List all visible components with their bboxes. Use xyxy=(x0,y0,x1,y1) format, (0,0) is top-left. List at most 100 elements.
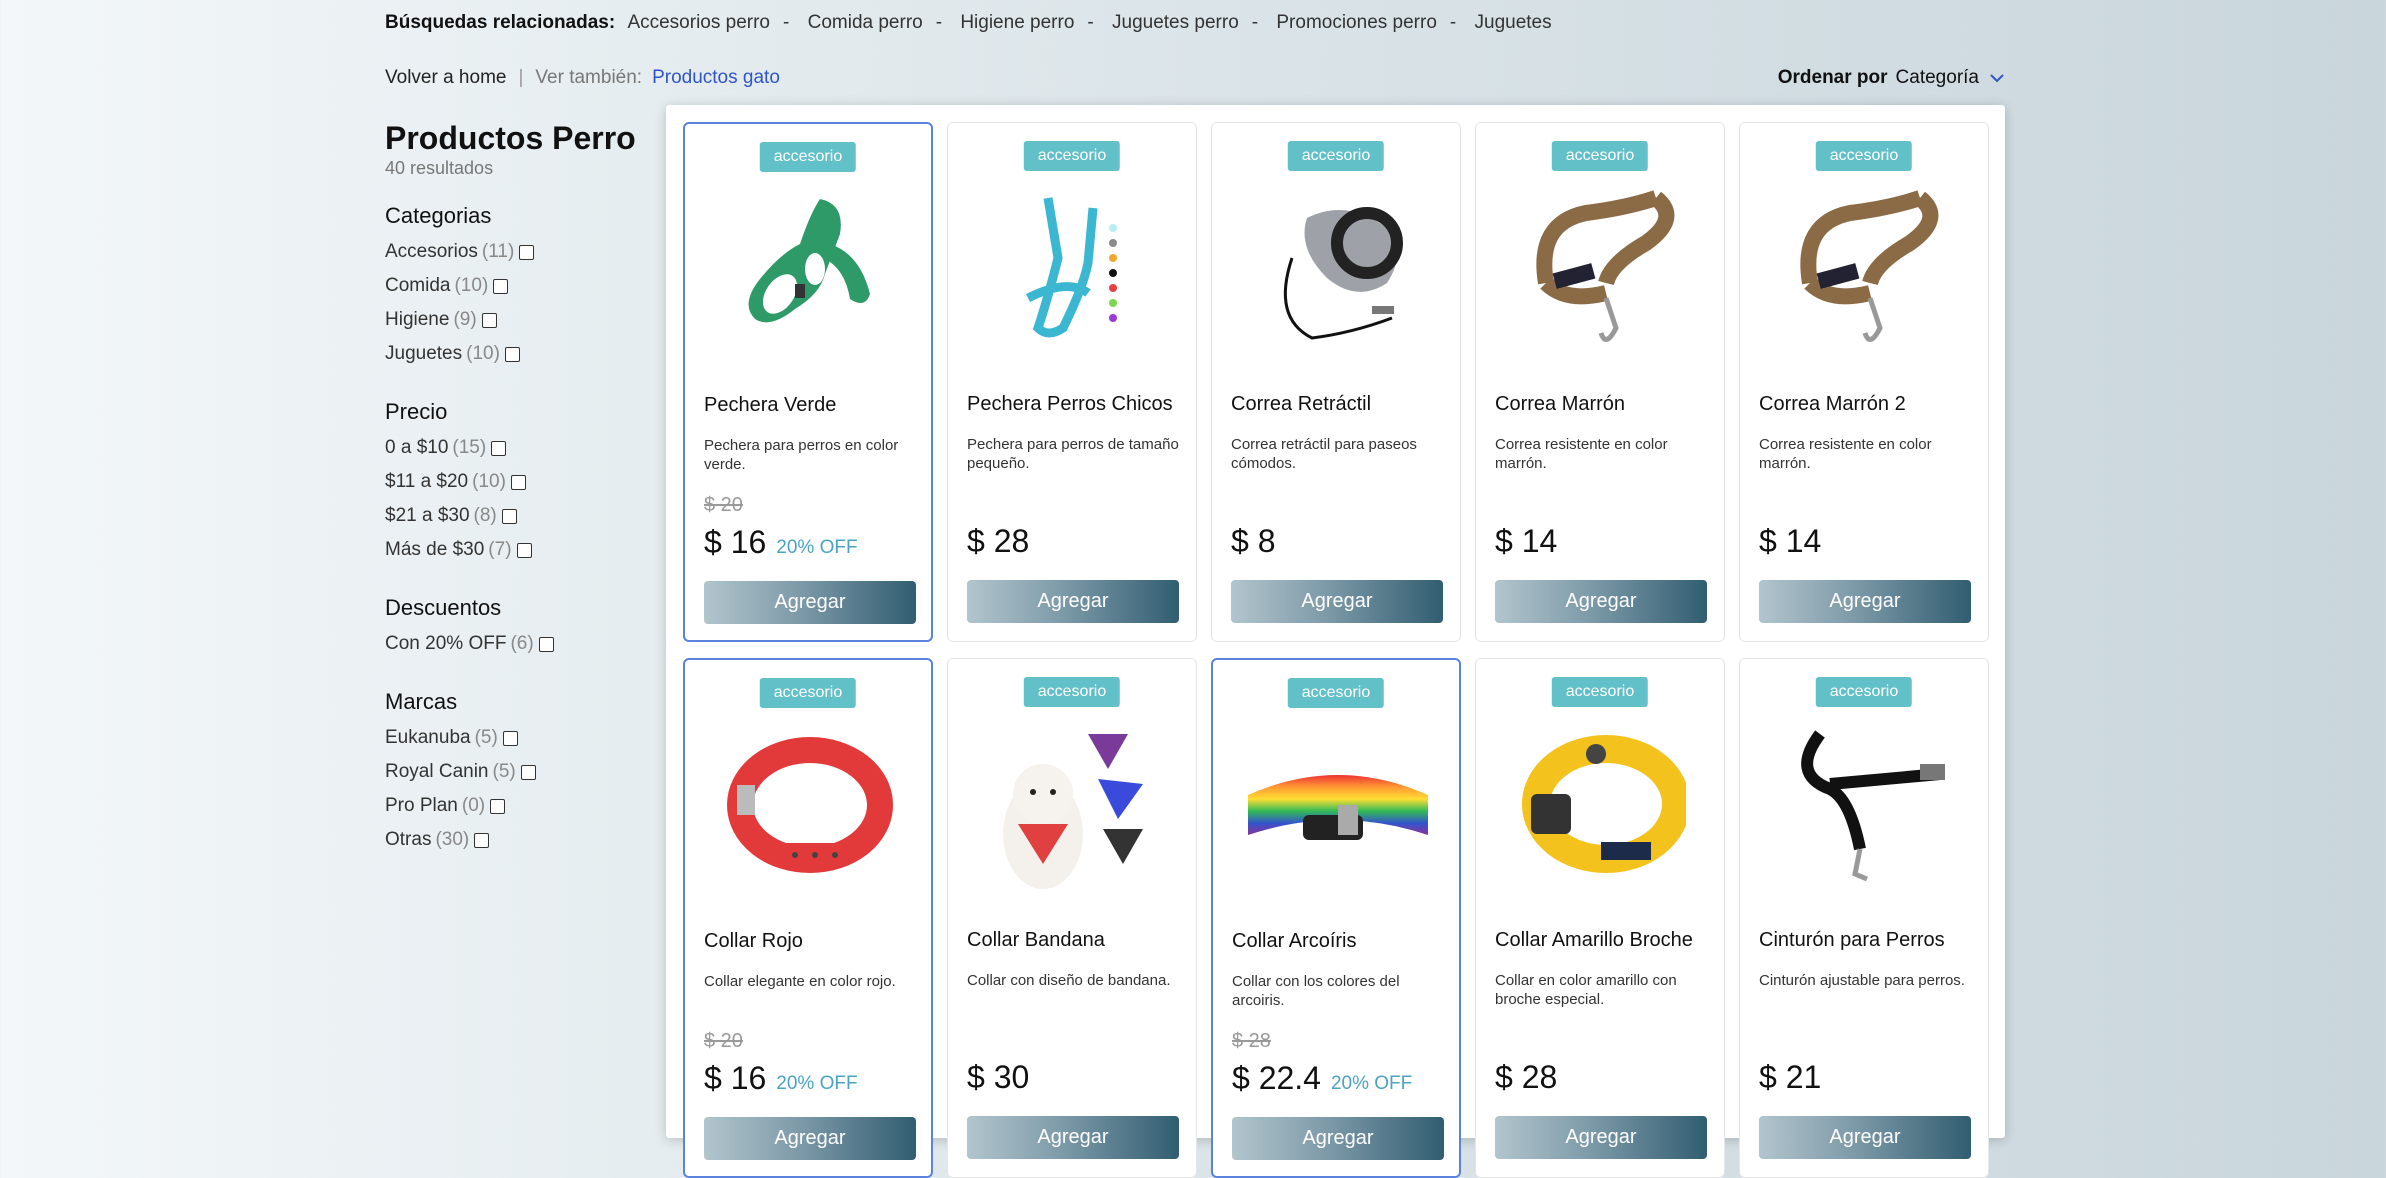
add-to-cart-button[interactable]: Agregar xyxy=(704,581,916,624)
filter-option-count: (8) xyxy=(473,505,497,526)
filter-checkbox[interactable] xyxy=(504,346,520,362)
product-card[interactable]: accesorio Pechera Perros Chicos Pechera pa… xyxy=(947,122,1197,642)
chevron-down-icon[interactable] xyxy=(1989,70,2005,86)
product-description: Collar con los colores del arcoiris. xyxy=(1232,973,1400,1009)
product-card[interactable]: accesorio Pechera Verde Pechera para perro… xyxy=(683,122,933,642)
filter-option-count: (0) xyxy=(461,795,486,816)
filter-option[interactable]: $11 a $20 (10) xyxy=(385,465,645,499)
filter-option[interactable]: $21 a $30 (8) xyxy=(385,499,645,533)
related-item[interactable]: Higiene perro xyxy=(960,12,1074,33)
filter-checkbox[interactable] xyxy=(474,832,490,848)
product-name[interactable]: Pechera Perros Chicos xyxy=(967,393,1173,416)
filter-option-count: (6) xyxy=(510,633,534,654)
filter-option-label: Royal Canin xyxy=(385,761,489,782)
product-name[interactable]: Correa Marrón 2 xyxy=(1759,393,1906,416)
related-item[interactable]: Accesorios perro xyxy=(627,12,770,33)
sort-select[interactable]: Categoría xyxy=(1896,67,1979,89)
filter-option[interactable]: Con 20% OFF (6) xyxy=(385,627,645,661)
product-card[interactable]: accesorio Correa Retráctil Correa retrácti… xyxy=(1211,122,1461,642)
filter-checkbox[interactable] xyxy=(502,730,518,746)
filter-option[interactable]: Más de $30 (7) xyxy=(385,533,645,567)
filter-option-label: Otras xyxy=(385,829,432,850)
product-image[interactable] xyxy=(1765,185,1965,360)
filter-option[interactable]: Eukanuba (5) xyxy=(385,721,645,755)
add-to-cart-button[interactable]: Agregar xyxy=(1759,580,1971,623)
filter-option-label: Higiene xyxy=(385,309,450,330)
related-item[interactable]: Comida perro xyxy=(808,12,923,33)
price-value: $ 14 xyxy=(1759,523,1822,559)
filter-option-label: Comida xyxy=(385,275,451,296)
filter-checkbox[interactable] xyxy=(519,244,535,260)
product-image[interactable] xyxy=(1765,721,1965,896)
product-name[interactable]: Collar Arcoíris xyxy=(1232,930,1356,953)
filter-section-title: Descuentos xyxy=(385,595,502,620)
filter-option[interactable]: 0 a $10 (15) xyxy=(385,431,645,465)
product-image[interactable] xyxy=(1238,722,1438,897)
page: Búsquedas relacionadas: Accesorios perro… xyxy=(385,0,2005,1178)
add-to-cart-button[interactable]: Agregar xyxy=(1231,580,1443,623)
product-name[interactable]: Pechera Verde xyxy=(704,394,836,417)
filter-checkbox[interactable] xyxy=(491,440,507,456)
add-to-cart-button[interactable]: Agregar xyxy=(704,1117,916,1160)
page-title: Productos Perro xyxy=(385,120,636,156)
price-value: $ 28 xyxy=(967,523,1030,559)
product-price: $ 28 xyxy=(1495,1059,1557,1096)
product-image[interactable] xyxy=(973,721,1173,896)
product-name[interactable]: Collar Amarillo Broche xyxy=(1495,929,1693,952)
product-price: $ 28 xyxy=(967,523,1029,560)
add-to-cart-button[interactable]: Agregar xyxy=(1495,580,1707,623)
price-value: $ 21 xyxy=(1759,1059,1822,1095)
filter-checkbox[interactable] xyxy=(516,542,532,558)
category-badge: accesorio xyxy=(1023,677,1121,707)
product-image[interactable] xyxy=(1501,721,1701,896)
product-card[interactable]: accesorio Cinturón para Perros Cinturón aj… xyxy=(1739,658,1989,1178)
add-to-cart-button[interactable]: Agregar xyxy=(1232,1117,1444,1160)
filter-option[interactable]: Otras (30) xyxy=(385,823,645,857)
product-price: $ 16 20% OFF xyxy=(704,524,858,561)
related-item[interactable]: Juguetes xyxy=(1475,12,1552,33)
filter-option[interactable]: Higiene (9) xyxy=(385,303,645,337)
cat-products-link[interactable]: Productos gato xyxy=(652,67,780,88)
filter-section-title: Categorias xyxy=(385,203,492,228)
product-image[interactable] xyxy=(710,186,910,361)
filter-checkbox[interactable] xyxy=(493,278,509,294)
filter-checkbox[interactable] xyxy=(538,636,554,652)
product-name[interactable]: Cinturón para Perros xyxy=(1759,929,1945,952)
product-description: Collar en color amarillo con broche espe… xyxy=(1495,972,1677,1008)
product-card[interactable]: accesorio Collar Amarillo Broche Collar en… xyxy=(1475,658,1725,1178)
filter-option[interactable]: Royal Canin (5) xyxy=(385,755,645,789)
filter-checkbox[interactable] xyxy=(501,508,517,524)
add-to-cart-button[interactable]: Agregar xyxy=(967,580,1179,623)
product-name[interactable]: Correa Retráctil xyxy=(1231,393,1371,416)
filter-option[interactable]: Comida (10) xyxy=(385,269,645,303)
filter-option-label: Más de $30 xyxy=(385,539,485,560)
product-image[interactable] xyxy=(1501,185,1701,360)
filter-option[interactable]: Juguetes (10) xyxy=(385,337,645,371)
product-description: Correa resistente en color marrón. xyxy=(1495,436,1668,472)
filter-option[interactable]: Pro Plan (0) xyxy=(385,789,645,823)
product-image[interactable] xyxy=(973,185,1173,360)
product-image[interactable] xyxy=(1237,185,1437,360)
related-item[interactable]: Juguetes perro xyxy=(1112,12,1239,33)
filter-option[interactable]: Accesorios (11) xyxy=(385,235,645,269)
product-name[interactable]: Collar Bandana xyxy=(967,929,1105,952)
filter-option-count: (30) xyxy=(435,829,470,850)
home-link[interactable]: Volver a home xyxy=(385,67,506,88)
product-card[interactable]: accesorio Collar Rojo Collar elegante en c… xyxy=(683,658,933,1178)
category-badge: accesorio xyxy=(1815,677,1913,707)
product-card[interactable]: accesorio Collar Bandana Collar con diseño… xyxy=(947,658,1197,1178)
breadcrumb: Volver a home | Ver también: Productos gato xyxy=(385,67,780,88)
product-name[interactable]: Correa Marrón xyxy=(1495,393,1625,416)
category-badge: accesorio xyxy=(759,142,857,172)
product-card[interactable]: accesorio Correa Marrón 2 Correa resistent… xyxy=(1739,122,1989,642)
product-name[interactable]: Collar Rojo xyxy=(704,930,803,953)
filter-checkbox[interactable] xyxy=(520,764,536,780)
filter-option-label: Pro Plan xyxy=(385,795,458,816)
related-item[interactable]: Promociones perro xyxy=(1276,12,1437,33)
product-image[interactable] xyxy=(710,722,910,897)
product-card[interactable]: accesorio Collar Arcoíris Collar con los c… xyxy=(1211,658,1461,1178)
filter-checkbox[interactable] xyxy=(481,312,497,328)
product-card[interactable]: accesorio Correa Marrón Correa resistente … xyxy=(1475,122,1725,642)
filter-checkbox[interactable] xyxy=(510,474,526,490)
filter-checkbox[interactable] xyxy=(490,798,506,814)
